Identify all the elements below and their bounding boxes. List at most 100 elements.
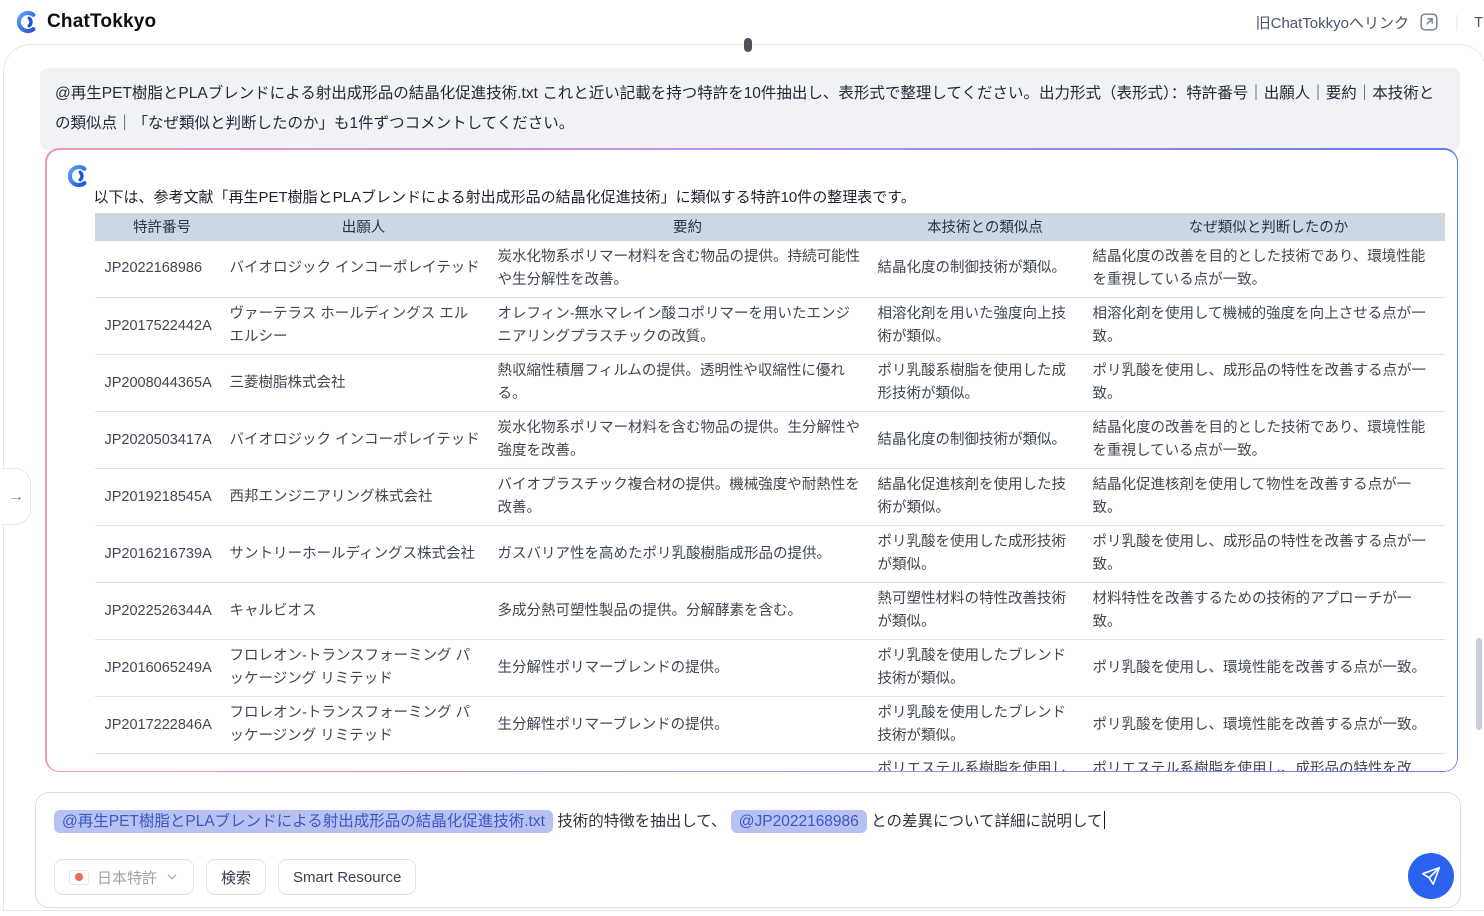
japan-flag-icon xyxy=(69,869,89,885)
table-cell-applicant: 西邦エンジニアリング株式会社 xyxy=(229,468,498,526)
old-version-link[interactable]: 旧ChatTokkyoへリンク xyxy=(1256,12,1409,33)
table-cell-reason: 結晶化度の改善を目的とした技術であり、環境性能を重視している点が一致。 xyxy=(1092,240,1445,298)
table-row: JP2020503417A バイオロジック インコーポレイテッド 炭水化物系ポリマー… xyxy=(94,411,1445,469)
table-cell-summary: 熱収縮性積層フィルムの提供。透明性や収縮性に優れる。 xyxy=(497,354,878,412)
file-mention-chip[interactable]: @再生PET樹脂とPLAブレンドによる射出成形品の結晶化促進技術.txt xyxy=(54,810,553,833)
table-cell-summary: 生分解性ポリマーブレンドの提供。 xyxy=(497,639,878,697)
table-cell-similarity: ポリエステル系樹脂を使用し xyxy=(877,761,1067,771)
assistant-response-card: 以下は、参考文献「再生PET樹脂とPLAブレンドによる射出成形品の結晶化促進技術… xyxy=(45,148,1458,772)
col-header-reason: なぜ類似と判断したのか xyxy=(1092,212,1445,241)
header-divider: ｜ xyxy=(1448,16,1465,33)
table-row: JP2008044365A 三菱樹脂株式会社 熱収縮性積層フィルムの提供。透明性や収… xyxy=(94,354,1445,412)
assistant-intro-text: 以下は、参考文献「再生PET樹脂とPLAブレンドによる射出成形品の結晶化促進技術… xyxy=(93,188,916,206)
table-cell-similarity: ポリ乳酸を使用したブレンド技術が類似。 xyxy=(877,639,1093,697)
chattokkyo-app: ChatTokkyo 旧ChatTokkyoへリンク ｜ T → @再生PET樹… xyxy=(0,0,1484,916)
table-cell-reason: ポリエステル系樹脂を使用し、成形品の特性を改 xyxy=(1092,761,1412,771)
patent-table: 特許番号 出願人 要約 本技術との類似点 なぜ類似と判断したのか JP20221… xyxy=(94,212,1445,771)
table-cell-applicant: サントリーホールディングス株式会社 xyxy=(229,525,498,583)
composer-toolbar: 日本特許 検索 Smart Resource xyxy=(54,859,417,895)
assistant-avatar-icon xyxy=(67,164,86,187)
table-cell-summary: ガスバリア性を高めたポリ乳酸樹脂成形品の提供。 xyxy=(497,525,878,583)
table-row: JP2022168986 バイオロジック インコーポレイテッド 炭水化物系ポリマー材… xyxy=(94,240,1445,298)
table-cell-reason: ポリ乳酸を使用し、環境性能を改善する点が一致。 xyxy=(1092,639,1445,697)
table-row: JP2017222846A フロレオン-トランスフォーミング パッケージング リミ… xyxy=(94,696,1445,754)
arrow-right-icon: → xyxy=(8,487,24,505)
send-button[interactable] xyxy=(1408,853,1454,899)
table-cell-patent: JP2022168986 xyxy=(94,240,230,298)
chattokkyo-logo-icon xyxy=(16,11,36,33)
table-row: JP2016216739A サントリーホールディングス株式会社 ガスバリア性を高めた… xyxy=(94,525,1445,583)
table-cell-patent: JP2022526344A xyxy=(94,582,230,640)
table-cell-applicant: バイオロジック インコーポレイテッド xyxy=(229,411,498,469)
user-message: @再生PET樹脂とPLAブレンドによる射出成形品の結晶化促進技術.txt これと… xyxy=(40,68,1460,150)
table-cell-reason: 材料特性を改善するための技術的アプローチが一致。 xyxy=(1092,582,1445,640)
table-cell-applicant: フロレオン-トランスフォーミング パッケージング リミテッド xyxy=(229,696,498,754)
database-selector[interactable]: 日本特許 xyxy=(54,859,195,895)
table-cell-patent: JP2017522442A xyxy=(94,297,230,355)
table-cell-applicant: 三菱樹脂株式会社 xyxy=(229,354,498,412)
table-row: JP2022526344A キャルビオス 多成分熱可塑性製品の提供。分解酵素を含む。… xyxy=(94,582,1445,640)
table-cell-reason: ポリ乳酸を使用し、環境性能を改善する点が一致。 xyxy=(1092,696,1445,754)
app-header: ChatTokkyo 旧ChatTokkyoへリンク ｜ T xyxy=(0,0,1484,44)
sidebar-expand-button[interactable]: → xyxy=(1,468,31,525)
database-selector-label: 日本特許 xyxy=(97,869,158,887)
col-header-patent: 特許番号 xyxy=(94,212,230,241)
smart-resource-button[interactable]: Smart Resource xyxy=(278,859,417,895)
table-cell-summary: 炭水化物系ポリマー材料を含む物品の提供。持続可能性や生分解性を改善。 xyxy=(497,240,878,298)
table-cell-summary: 多成分熱可塑性製品の提供。分解酵素を含む。 xyxy=(497,582,878,640)
table-cell-reason: 結晶化促進核剤を使用して物性を改善する点が一致。 xyxy=(1092,468,1445,526)
header-truncated-text[interactable]: T xyxy=(1474,14,1484,31)
search-button[interactable]: 検索 xyxy=(206,859,267,895)
table-row: JP2017522442A ヴァーテラス ホールディングス エル エルシー オレフィ… xyxy=(94,297,1445,355)
composer-input[interactable]: @再生PET樹脂とPLAブレンドによる射出成形品の結晶化促進技術.txt 技術的… xyxy=(54,809,1442,835)
composer-text-1: 技術的特徴を抽出して、 xyxy=(552,813,731,830)
table-row-partial: ポリエステル系樹脂を使用し ポリエステル系樹脂を使用し、成形品の特性を改 xyxy=(95,754,1445,771)
table-cell-reason: 相溶化剤を使用して機械的強度を向上させる点が一致。 xyxy=(1092,297,1445,355)
table-cell-patent: JP2016216739A xyxy=(94,525,230,583)
message-composer[interactable]: @再生PET樹脂とPLAブレンドによる射出成形品の結晶化促進技術.txt 技術的… xyxy=(35,792,1461,908)
table-cell-reason: ポリ乳酸を使用し、成形品の特性を改善する点が一致。 xyxy=(1092,354,1445,412)
external-link-icon[interactable] xyxy=(1418,11,1440,33)
table-header-row: 特許番号 出願人 要約 本技術との類似点 なぜ類似と判断したのか xyxy=(94,212,1445,241)
app-title: ChatTokkyo xyxy=(47,11,157,32)
table-cell-applicant: ヴァーテラス ホールディングス エル エルシー xyxy=(229,297,498,355)
brand: ChatTokkyo xyxy=(14,10,156,34)
table-cell-similarity: 相溶化剤を用いた強度向上技術が類似。 xyxy=(877,297,1093,355)
table-cell-applicant: フロレオン-トランスフォーミング パッケージング リミテッド xyxy=(229,639,498,697)
composer-text-2: との差異について詳細に説明して xyxy=(866,813,1103,830)
scroll-handle[interactable] xyxy=(744,38,752,52)
col-header-similarity: 本技術との類似点 xyxy=(877,212,1093,241)
header-right: 旧ChatTokkyoへリンク ｜ T xyxy=(1256,10,1484,34)
table-cell-similarity: 結晶化度の制御技術が類似。 xyxy=(877,240,1093,298)
col-header-applicant: 出願人 xyxy=(229,212,498,241)
text-cursor xyxy=(1103,811,1106,829)
patent-mention-chip[interactable]: @JP2022168986 xyxy=(730,810,867,833)
table-cell-patent xyxy=(95,754,230,771)
table-cell-reason: 結晶化度の改善を目的とした技術であり、環境性能を重視している点が一致。 xyxy=(1092,411,1445,469)
table-cell-applicant xyxy=(230,754,498,771)
table-cell-patent: JP2019218545A xyxy=(94,468,230,526)
table-cell-similarity: ポリ乳酸を使用したブレンド技術が類似。 xyxy=(877,696,1093,754)
paper-plane-icon xyxy=(1421,866,1441,886)
table-cell-similarity: 結晶化度の制御技術が類似。 xyxy=(877,411,1093,469)
table-cell-patent: JP2016065249A xyxy=(94,639,230,697)
table-cell-applicant: キャルビオス xyxy=(229,582,498,640)
table-cell-patent: JP2020503417A xyxy=(94,411,230,469)
table-cell-patent: JP2017222846A xyxy=(94,696,230,754)
table-cell-summary xyxy=(498,754,878,771)
table-cell-summary: オレフィン-無水マレイン酸コポリマーを用いたエンジニアリングプラスチックの改質。 xyxy=(497,297,878,355)
vertical-scrollbar-thumb[interactable] xyxy=(1476,638,1482,730)
table-cell-patent: JP2008044365A xyxy=(94,354,230,412)
table-cell-reason: ポリ乳酸を使用し、成形品の特性を改善する点が一致。 xyxy=(1092,525,1445,583)
table-cell-applicant: バイオロジック インコーポレイテッド xyxy=(229,240,498,298)
table-cell-summary: 生分解性ポリマーブレンドの提供。 xyxy=(497,696,878,754)
table-cell-summary: バイオプラスチック複合材の提供。機械強度や耐熱性を改善。 xyxy=(497,468,878,526)
table-cell-similarity: 結晶化促進核剤を使用した技術が類似。 xyxy=(877,468,1093,526)
table-cell-similarity: ポリ乳酸を使用した成形技術が類似。 xyxy=(877,525,1093,583)
table-cell-similarity: ポリ乳酸系樹脂を使用した成形技術が類似。 xyxy=(877,354,1093,412)
assistant-head: 以下は、参考文献「再生PET樹脂とPLAブレンドによる射出成形品の結晶化促進技術… xyxy=(65,164,1457,207)
chevron-down-icon xyxy=(167,874,177,880)
table-row: JP2019218545A 西邦エンジニアリング株式会社 バイオプラスチック複合材の… xyxy=(94,468,1445,526)
col-header-summary: 要約 xyxy=(497,212,878,241)
table-cell-summary: 炭水化物系ポリマー材料を含む物品の提供。生分解性や強度を改善。 xyxy=(497,411,878,469)
